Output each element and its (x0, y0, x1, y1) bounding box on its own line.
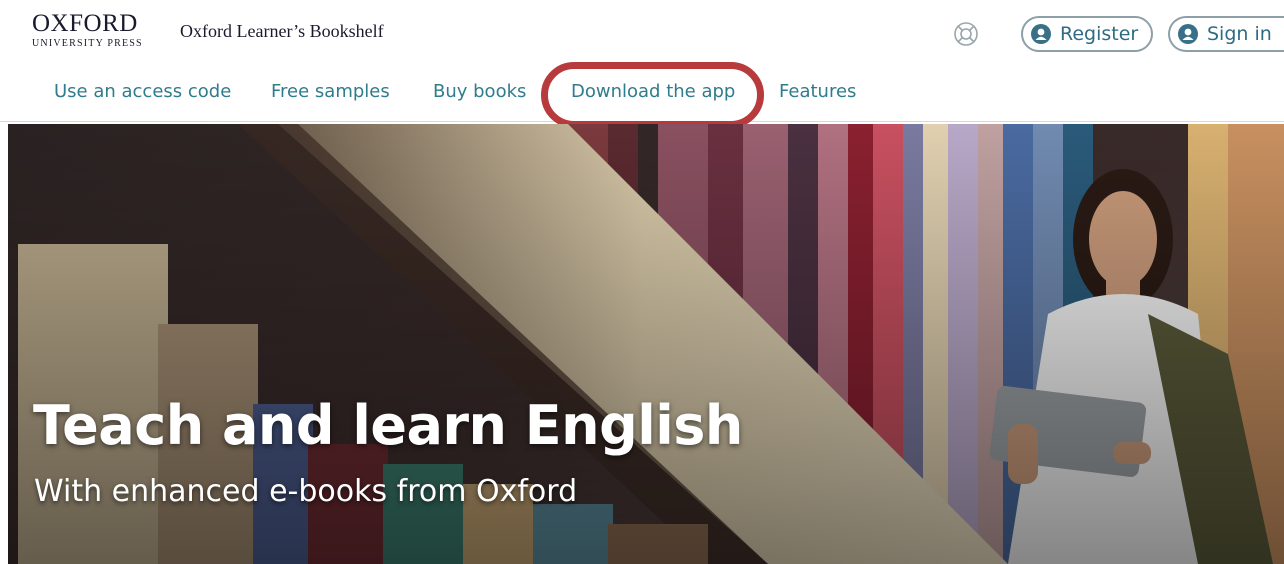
register-button[interactable]: Register (1021, 16, 1153, 52)
hero-banner: Teach and learn English With enhanced e-… (8, 124, 1284, 564)
user-icon (1031, 24, 1051, 44)
main-nav: Use an access code Free samples Buy book… (0, 66, 1284, 122)
nav-free-samples[interactable]: Free samples (271, 81, 390, 102)
nav-buy-books[interactable]: Buy books (433, 81, 526, 102)
nav-use-access-code[interactable]: Use an access code (54, 81, 231, 102)
user-icon (1178, 24, 1198, 44)
oxford-logo[interactable]: OXFORD UNIVERSITY PRESS (32, 10, 156, 49)
register-label: Register (1060, 23, 1139, 45)
hero-subtitle: With enhanced e-books from Oxford (34, 474, 578, 509)
product-name[interactable]: Oxford Learner’s Bookshelf (180, 21, 384, 42)
nav-download-app[interactable]: Download the app (571, 81, 735, 102)
logo-subtitle: UNIVERSITY PRESS (32, 38, 143, 49)
logo-wordmark: OXFORD (32, 10, 138, 37)
lifebuoy-icon[interactable] (952, 20, 980, 48)
site-header: OXFORD UNIVERSITY PRESS Oxford Learner’s… (0, 0, 1284, 66)
sign-in-label: Sign in (1207, 23, 1272, 45)
sign-in-button[interactable]: Sign in (1168, 16, 1284, 52)
hero-title: Teach and learn English (33, 394, 743, 457)
nav-features[interactable]: Features (779, 81, 856, 102)
